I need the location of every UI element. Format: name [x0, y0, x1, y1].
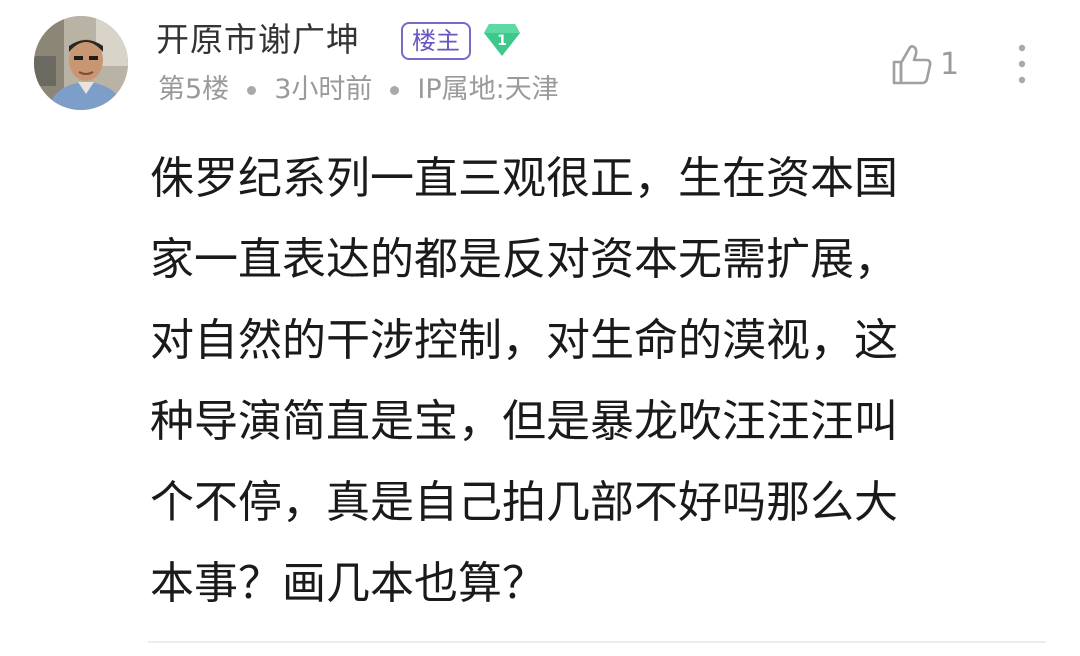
- owner-badge: 楼主: [401, 22, 471, 60]
- like-button[interactable]: 1: [890, 42, 959, 88]
- author-name[interactable]: 开原市谢广坤: [156, 16, 360, 64]
- comment-card: 开原市谢广坤 楼主 1 第5楼 3小时前 IP属地:天津 1 侏罗纪系列一直三观…: [0, 0, 1080, 656]
- level-badge: 1: [483, 22, 521, 58]
- content-line: 本事？画几本也算？: [150, 558, 546, 609]
- user-avatar[interactable]: [34, 16, 128, 110]
- separator-dot: [247, 85, 257, 95]
- comment-meta: 第5楼 3小时前 IP属地:天津: [158, 70, 559, 110]
- avatar-image: [34, 16, 128, 110]
- separator-dot: [390, 85, 400, 95]
- floor-number: 第5楼: [158, 74, 230, 105]
- ip-location: IP属地:天津: [417, 74, 559, 105]
- more-options-button[interactable]: [1008, 40, 1036, 88]
- comment-content: 侏罗纪系列一直三观很正，生在资本国 家一直表达的都是反对资本无需扩展， 对自然的…: [150, 138, 1050, 624]
- green-diamond-level-icon: 1: [484, 24, 520, 56]
- level-number: 1: [497, 33, 507, 49]
- vertical-ellipsis-icon: [1018, 44, 1026, 84]
- content-line: 个不停，真是自己拍几部不好吗那么大: [150, 477, 898, 528]
- content-line: 对自然的干涉控制，对生命的漠视，这: [150, 315, 898, 366]
- divider: [148, 641, 1046, 643]
- thumbs-up-icon: [892, 45, 932, 85]
- content-line: 侏罗纪系列一直三观很正，生在资本国: [150, 153, 898, 204]
- content-line: 种导演简直是宝，但是暴龙吹汪汪汪叫: [150, 396, 898, 447]
- post-time: 3小时前: [274, 74, 373, 105]
- like-count: 1: [940, 47, 960, 82]
- content-line: 家一直表达的都是反对资本无需扩展，: [150, 234, 898, 285]
